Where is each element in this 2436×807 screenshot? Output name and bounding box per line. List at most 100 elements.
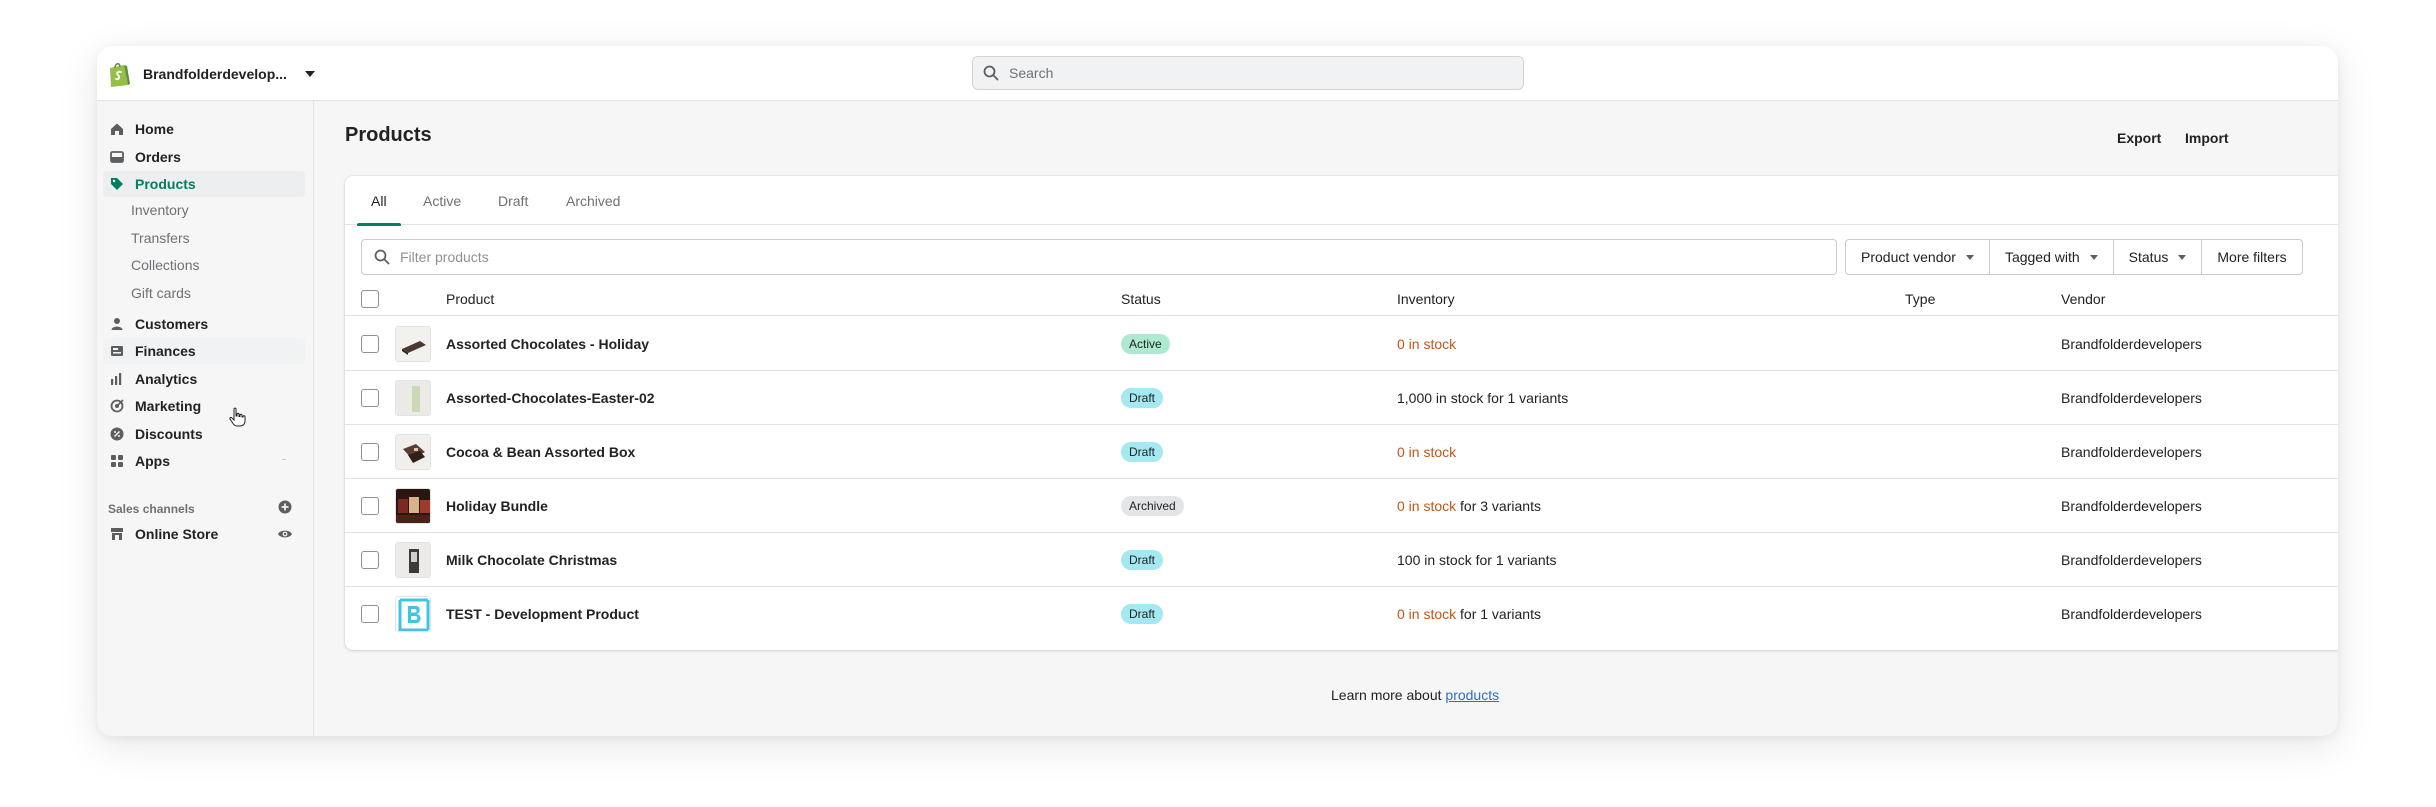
sidebar-item-customers[interactable]: Customers (103, 311, 305, 337)
status-badge: Active (1121, 333, 1170, 354)
column-header-product[interactable]: Product (446, 291, 494, 307)
sidebar-subitem-transfers[interactable]: Transfers (123, 227, 303, 249)
tab-active[interactable]: Active (409, 176, 475, 225)
bar-chart-icon (109, 371, 125, 387)
product-thumbnail[interactable] (395, 325, 431, 362)
inventory-cell: 0 in stock for 3 variants (1397, 498, 1541, 514)
select-all-checkbox[interactable] (361, 289, 379, 308)
inventory-cell: 100 in stock for 1 variants (1397, 552, 1557, 568)
products-help-link[interactable]: products (1445, 687, 1499, 703)
global-search[interactable] (972, 56, 1524, 90)
status-filter-button[interactable]: Status (2112, 239, 2203, 275)
row-checkbox[interactable] (361, 550, 379, 569)
sidebar-item-label: Analytics (135, 371, 198, 387)
inventory-detail: for 1 variants (1456, 606, 1541, 622)
table-row[interactable]: TEST - Development Product Draft 0 in st… (345, 587, 2338, 641)
sidebar-item-label: Orders (135, 149, 181, 165)
row-checkbox[interactable] (361, 388, 379, 407)
column-header-inventory: Inventory (1397, 290, 1455, 307)
sidebar-subitem-collections[interactable]: Collections (123, 254, 303, 276)
learn-more-prefix: Learn more about (1331, 687, 1446, 703)
export-button[interactable]: Export (2113, 126, 2165, 150)
column-header-status: Status (1121, 290, 1161, 307)
sidebar-item-discounts[interactable]: Discounts (103, 421, 305, 447)
tab-draft[interactable]: Draft (484, 176, 542, 225)
column-header-vendor: Vendor (2061, 290, 2106, 307)
product-name-link[interactable]: TEST - Development Product (446, 606, 639, 622)
row-checkbox[interactable] (361, 442, 379, 461)
vendor-cell: Brandfolderdevelopers (2061, 551, 2202, 568)
home-icon (109, 121, 125, 137)
sidebar-item-marketing[interactable]: Marketing (103, 393, 305, 419)
caret-down-icon (2089, 254, 2098, 260)
sidebar-item-label: Home (135, 121, 174, 137)
sidebar-subitem-gift-cards[interactable]: Gift cards (123, 282, 303, 304)
apps-icon (109, 453, 125, 469)
product-name-link[interactable]: Assorted-Chocolates-Easter-02 (446, 390, 655, 406)
vendor-cell: Brandfolderdevelopers (2061, 335, 2202, 352)
product-thumbnail[interactable] (395, 379, 431, 416)
product-name-link[interactable]: Assorted Chocolates - Holiday (446, 336, 649, 352)
tab-all[interactable]: All (357, 176, 401, 226)
table-row[interactable]: Assorted-Chocolates-Easter-02 Draft 1,00… (345, 371, 2338, 425)
sidebar-item-products[interactable]: Products (103, 171, 305, 197)
vendor-cell: Brandfolderdevelopers (2061, 443, 2202, 460)
import-button[interactable]: Import (2181, 126, 2233, 150)
caret-down-icon (304, 71, 315, 77)
sidebar-item-apps[interactable]: Apps (103, 448, 305, 474)
product-thumbnail[interactable] (395, 541, 431, 578)
sidebar-item-label: Online Store (135, 526, 219, 542)
tab-archived[interactable]: Archived (552, 176, 634, 225)
inventory-warning: 0 in stock (1397, 335, 1457, 352)
sidebar-item-orders[interactable]: Orders (103, 144, 305, 170)
filter-products-input[interactable] (400, 249, 1836, 265)
sidebar-item-finances[interactable]: Finances (103, 338, 305, 364)
sidebar-item-online-store[interactable]: Online Store (103, 521, 305, 547)
divider (282, 459, 286, 460)
shopify-logo-icon (110, 62, 130, 87)
page-title: Products (345, 124, 432, 146)
product-thumbnail[interactable] (395, 487, 431, 524)
tagged-with-filter-button[interactable]: Tagged with (1988, 239, 2114, 275)
inventory-cell: 0 in stock (1397, 336, 1456, 352)
add-sales-channel-button[interactable] (277, 499, 293, 515)
product-thumbnail[interactable] (395, 433, 431, 470)
filter-products-field[interactable] (361, 239, 1837, 275)
sidebar-item-label: Discounts (135, 426, 203, 442)
table-row[interactable]: Cocoa & Bean Assorted Box Draft 0 in sto… (345, 425, 2338, 479)
product-name-link[interactable]: Milk Chocolate Christmas (446, 552, 617, 568)
product-name-link[interactable]: Holiday Bundle (446, 498, 548, 514)
inventory-cell: 0 in stock for 1 variants (1397, 606, 1541, 622)
product-thumbnail[interactable] (395, 596, 431, 632)
products-card: All Active Draft Archived Product vendor… (345, 176, 2338, 650)
status-badge: Archived (1121, 495, 1184, 516)
product-vendor-filter-button[interactable]: Product vendor (1845, 239, 1990, 275)
inventory-detail: 100 in stock for 1 variants (1397, 551, 1557, 568)
search-input[interactable] (1009, 65, 1523, 81)
eye-icon (278, 530, 292, 538)
sidebar-item-label: Marketing (135, 398, 202, 414)
table-row[interactable]: Milk Chocolate Christmas Draft 100 in st… (345, 533, 2338, 587)
vendor-cell: Brandfolderdevelopers (2061, 497, 2202, 514)
sidebar-item-home[interactable]: Home (103, 116, 305, 142)
inventory-detail: 1,000 in stock for 1 variants (1397, 389, 1569, 406)
table-row[interactable]: Holiday Bundle Archived 0 in stock for 3… (345, 479, 2338, 533)
sales-channels-label: Sales channels (108, 502, 195, 516)
row-checkbox[interactable] (361, 496, 379, 515)
row-checkbox[interactable] (361, 334, 379, 353)
caret-down-icon (2178, 254, 2187, 260)
more-filters-button[interactable]: More filters (2201, 239, 2303, 275)
sidebar: Home Orders Products Inventory Transfers… (97, 101, 314, 736)
row-checkbox[interactable] (361, 605, 379, 623)
tag-icon (109, 176, 125, 192)
discount-icon (109, 426, 125, 442)
sidebar-subitem-inventory[interactable]: Inventory (123, 199, 303, 221)
store-switcher[interactable]: Brandfolderdevelop... (101, 58, 321, 90)
sidebar-item-analytics[interactable]: Analytics (103, 366, 305, 392)
orders-icon (109, 149, 125, 165)
view-online-store-button[interactable] (277, 526, 293, 542)
table-row[interactable]: Assorted Chocolates - Holiday Active 0 i… (345, 317, 2338, 371)
top-bar: Brandfolderdevelop... (97, 46, 2338, 101)
product-name-link[interactable]: Cocoa & Bean Assorted Box (446, 444, 635, 460)
filter-label: Tagged with (2004, 249, 2080, 265)
